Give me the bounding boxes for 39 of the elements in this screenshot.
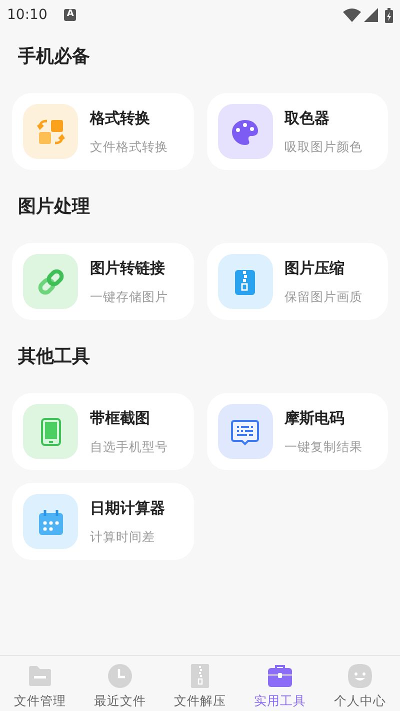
toolbox-icon bbox=[267, 663, 293, 689]
nav-tab[interactable]: 文件管理 bbox=[0, 656, 80, 711]
tool-name: 带框截图 bbox=[90, 408, 151, 426]
tool-card[interactable]: 带框截图 自选手机型号 bbox=[12, 393, 194, 470]
battery-icon bbox=[385, 8, 393, 22]
folder-icon bbox=[27, 663, 53, 689]
tool-name: 图片转链接 bbox=[90, 258, 166, 276]
keyboard-badge: A bbox=[64, 9, 76, 21]
tool-card[interactable]: 图片压缩 保留图片画质 bbox=[206, 243, 388, 320]
tool-description: 自选手机型号 bbox=[90, 438, 168, 454]
nav-tab[interactable]: 实用工具 bbox=[240, 656, 320, 711]
tool-description: 一键存储图片 bbox=[90, 288, 168, 304]
tool-name: 日期计算器 bbox=[90, 498, 165, 516]
tool-description: 吸取图片颜色 bbox=[284, 138, 362, 154]
clock-icon bbox=[107, 663, 133, 689]
nav-tab[interactable]: 文件解压 bbox=[160, 656, 240, 711]
tool-card[interactable]: 格式转换 文件格式转换 bbox=[12, 93, 194, 170]
tool-description: 文件格式转换 bbox=[90, 138, 168, 154]
tool-card[interactable]: 取色器 吸取图片颜色 bbox=[206, 93, 388, 170]
tool-name: 图片压缩 bbox=[284, 258, 346, 276]
wifi-icon bbox=[343, 8, 361, 22]
nav-tab[interactable]: 最近文件 bbox=[80, 656, 160, 711]
tool-card[interactable]: 日期计算器 计算时间差 bbox=[12, 483, 194, 560]
smiley-icon bbox=[347, 663, 373, 689]
tool-description: 计算时间差 bbox=[90, 528, 156, 544]
tool-name: 取色器 bbox=[284, 108, 330, 126]
tool-description: 保留图片画质 bbox=[284, 288, 362, 304]
signal-icon bbox=[364, 8, 378, 22]
tool-name: 摩斯电码 bbox=[284, 408, 346, 426]
status-time: 10:10 bbox=[7, 6, 48, 24]
section-title: 其他工具 bbox=[17, 345, 91, 369]
tool-card[interactable]: 图片转链接 一键存储图片 bbox=[12, 243, 194, 320]
section-title: 手机必备 bbox=[17, 45, 91, 69]
section-title: 图片处理 bbox=[17, 195, 91, 219]
tool-card[interactable]: 摩斯电码 一键复制结果 bbox=[206, 393, 388, 470]
tool-name: 格式转换 bbox=[90, 108, 151, 126]
tool-description: 一键复制结果 bbox=[284, 438, 362, 454]
link-icon bbox=[36, 266, 66, 296]
nav-tab[interactable]: 个人中心 bbox=[320, 656, 400, 711]
